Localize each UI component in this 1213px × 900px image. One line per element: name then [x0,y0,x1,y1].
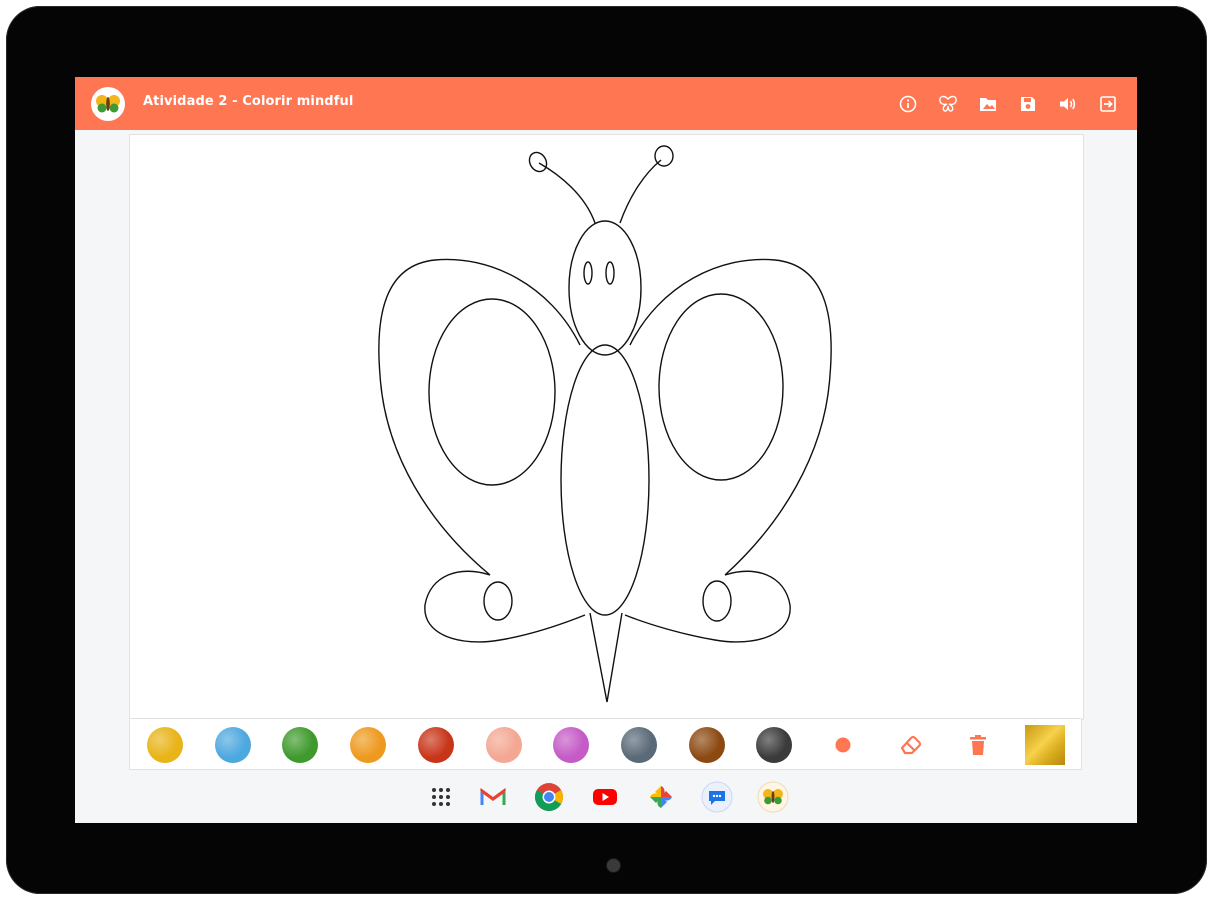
gold-texture-swatch[interactable] [1025,725,1065,765]
open-image-button[interactable] [975,91,1001,117]
save-icon [1021,97,1035,111]
right-wing-spot [658,293,784,481]
butterfly-tail [589,612,623,703]
left-eye [583,261,593,285]
front-camera [606,858,621,873]
butterfly-outline [378,145,832,703]
color-swatch[interactable] [688,727,725,763]
color-swatch[interactable] [553,727,590,763]
save-button[interactable] [1015,91,1041,117]
messages-icon [701,781,733,813]
butterfly-app-icon [757,781,789,813]
gmail-icon [480,788,506,805]
chrome-icon [535,783,563,811]
color-swatch[interactable] [485,727,522,763]
os-shelf [75,774,1137,823]
app-bar: Atividade 2 - Colorir mindful [75,77,1137,130]
butterfly-body [560,344,650,616]
screen: Atividade 2 - Colorir mindful [75,77,1137,823]
photos-button[interactable] [644,780,678,814]
exit-icon [1100,96,1116,112]
color-swatch[interactable] [756,727,793,763]
right-wing [624,258,832,643]
color-swatch[interactable] [350,727,387,763]
eraser-tool-button[interactable] [892,727,928,763]
info-icon [899,95,917,113]
eraser-icon [900,735,922,755]
color-palette [129,718,1082,770]
launcher-icon [432,788,450,806]
youtube-icon [593,789,617,805]
photos-icon [650,786,672,808]
left-wing [378,258,586,643]
messages-button[interactable] [700,780,734,814]
brush-dot-icon [835,737,851,753]
youtube-button[interactable] [588,780,622,814]
butterfly-button[interactable] [935,91,961,117]
left-antenna-tip [528,151,548,173]
butterfly-head [568,220,642,356]
right-eye [605,261,615,285]
butterfly-app-button[interactable] [756,780,790,814]
volume-icon [1060,98,1076,110]
coloring-canvas[interactable] [129,134,1084,720]
exit-button[interactable] [1095,91,1121,117]
app-logo[interactable] [91,87,125,121]
chrome-button[interactable] [532,780,566,814]
page-title: Atividade 2 - Colorir mindful [143,94,354,109]
info-button[interactable] [895,91,921,117]
launcher-button[interactable] [424,780,458,814]
butterfly-icon [939,95,957,112]
right-antenna-tip [654,145,674,167]
right-antenna [619,159,662,224]
left-small-spot [483,581,513,621]
gmail-button[interactable] [476,780,510,814]
color-swatch[interactable] [620,727,657,763]
trash-icon [970,735,986,755]
color-swatch[interactable] [147,727,183,763]
color-swatch[interactable] [282,727,319,763]
right-small-spot [702,580,732,622]
app-actions [895,91,1121,117]
butterfly-logo-icon [96,95,120,113]
folder-image-icon [980,98,996,111]
color-swatch[interactable] [417,727,454,763]
left-wing-spot [428,298,556,486]
clear-canvas-button[interactable] [960,727,996,763]
color-swatch[interactable] [214,727,251,763]
left-antenna [538,162,596,224]
brush-tool-button[interactable] [825,727,861,763]
sound-button[interactable] [1055,91,1081,117]
